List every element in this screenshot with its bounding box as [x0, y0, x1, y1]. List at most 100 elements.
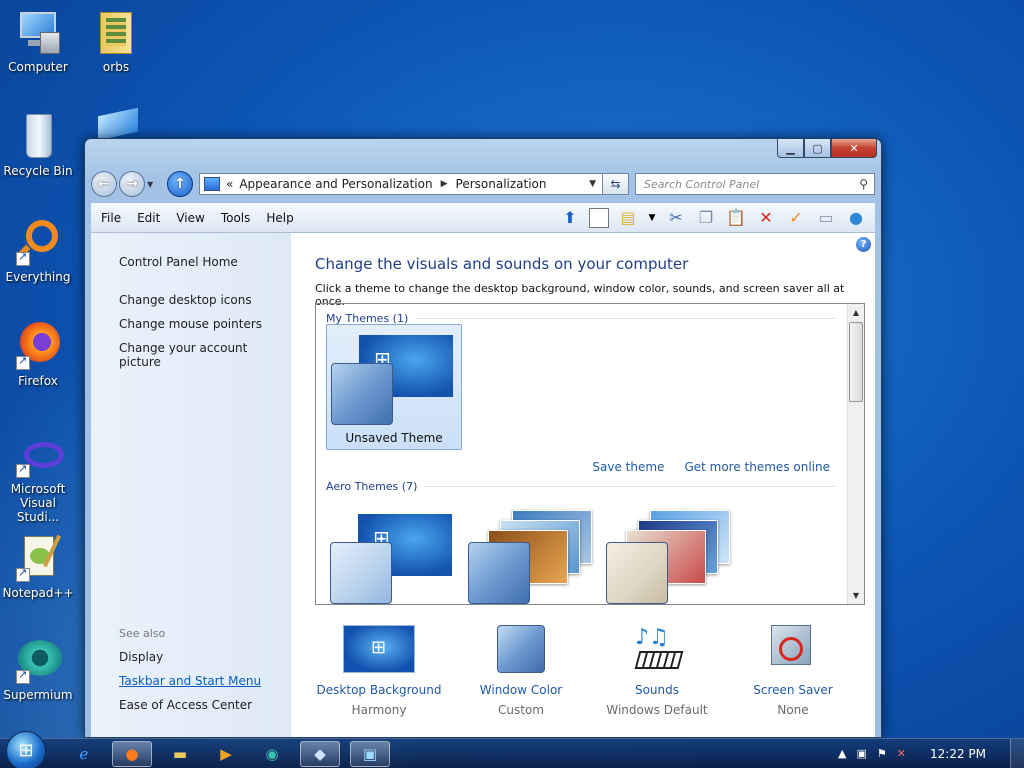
volume-muted-icon[interactable]: ✕: [897, 747, 906, 760]
window-color-item[interactable]: Window Color Custom: [451, 625, 591, 717]
desktop-icon-notepad-plus-plus[interactable]: Notepad++: [0, 534, 76, 600]
theme-unsaved[interactable]: ⊞ Unsaved Theme: [326, 324, 462, 450]
search-icon[interactable]: ⚲: [859, 177, 868, 191]
folder-icon: [92, 8, 140, 56]
refresh-icon: ⇆: [610, 177, 621, 191]
desktop-icon-supermium[interactable]: Supermium: [0, 636, 76, 702]
breadcrumb-separator-icon[interactable]: ▶: [441, 179, 448, 189]
search-input[interactable]: Search Control Panel ⚲: [635, 173, 875, 195]
scroll-up-icon[interactable]: ▲: [848, 304, 864, 321]
desktop-icon-label: Recycle Bin: [3, 164, 73, 178]
maximize-button[interactable]: ▢: [804, 139, 831, 158]
internet-explorer-icon[interactable]: ℯ: [66, 741, 102, 767]
menu-edit[interactable]: Edit: [129, 211, 168, 225]
theme-aero-architecture[interactable]: [464, 510, 600, 604]
address-prefix[interactable]: «: [226, 177, 233, 191]
address-bar[interactable]: « Appearance and Personalization ▶ Perso…: [199, 173, 603, 195]
theme-aero-characters[interactable]: [602, 510, 738, 604]
window-color-label[interactable]: Window Color: [451, 683, 591, 697]
network-icon[interactable]: ▣: [857, 747, 867, 760]
get-more-themes-link[interactable]: Get more themes online: [684, 460, 830, 474]
globe-icon[interactable]: ●: [845, 207, 867, 229]
desktop-background-label[interactable]: Desktop Background: [309, 683, 449, 697]
desktop-background-icon: ⊞: [343, 625, 415, 675]
address-dropdown-icon[interactable]: ▼: [589, 179, 596, 189]
theme-aero-windows[interactable]: ⊞: [326, 510, 462, 604]
forward-button[interactable]: →: [119, 171, 145, 197]
menu-view[interactable]: View: [168, 211, 212, 225]
display-link[interactable]: Display: [119, 650, 261, 664]
scroll-down-icon[interactable]: ▼: [848, 587, 864, 604]
aero-themes-header[interactable]: Aero Themes (7): [326, 480, 836, 493]
menu-bar: File Edit View Tools Help ⬆ ▤ ▼ ✂ ❐ 📋 ✕ …: [91, 203, 875, 233]
scroll-thumb[interactable]: [849, 322, 863, 402]
sounds-label[interactable]: Sounds: [587, 683, 727, 697]
show-desktop-button[interactable]: [1010, 738, 1024, 768]
control-panel-home-link[interactable]: Control Panel Home: [119, 255, 291, 269]
desktop-icon-visual-studio[interactable]: Microsoft Visual Studi...: [0, 438, 76, 524]
sounds-item[interactable]: ♪♫ Sounds Windows Default: [587, 625, 727, 717]
desktop-icon-recycle-bin[interactable]: Recycle Bin: [0, 112, 76, 178]
close-button[interactable]: ✕: [831, 139, 877, 158]
checkmark-icon[interactable]: ✓: [785, 207, 807, 229]
address-row: ← → ▼ ↑ « Appearance and Personalization…: [91, 169, 875, 199]
window-content: Control Panel Home Change desktop icons …: [91, 233, 875, 737]
virtualbox-icon[interactable]: ◆: [300, 740, 340, 767]
file-explorer-icon[interactable]: ▬: [162, 741, 198, 767]
change-desktop-icons-link[interactable]: Change desktop icons: [119, 293, 291, 307]
clock[interactable]: 12:22 PM: [930, 747, 986, 761]
change-account-picture-link[interactable]: Change your account picture: [119, 341, 291, 369]
start-button[interactable]: ⊞: [6, 730, 46, 768]
pane-icon[interactable]: [589, 207, 609, 228]
action-center-flag-icon[interactable]: ⚑: [877, 747, 887, 760]
up-button[interactable]: ↑: [167, 171, 193, 197]
paste-icon[interactable]: 📋: [725, 207, 747, 229]
taskbar-start-menu-link[interactable]: Taskbar and Start Menu: [119, 674, 261, 688]
save-theme-link[interactable]: Save theme: [592, 460, 664, 474]
desktop-icon-firefox[interactable]: Firefox: [0, 322, 76, 388]
menu-file[interactable]: File: [91, 211, 129, 225]
tray-expand-icon[interactable]: ▲: [838, 747, 846, 760]
up-folder-icon[interactable]: ⬆: [559, 207, 581, 229]
back-button[interactable]: ←: [91, 171, 117, 197]
minimize-button[interactable]: ▁: [777, 139, 804, 158]
menu-help[interactable]: Help: [258, 211, 301, 225]
folder-options-icon[interactable]: ▤: [617, 207, 639, 229]
control-panel-taskbar-icon[interactable]: ▣: [350, 740, 390, 767]
copy-icon[interactable]: ❐: [695, 207, 717, 229]
desktop-icon-label: orbs: [102, 60, 130, 74]
page-title: Change the visuals and sounds on your co…: [315, 255, 689, 273]
theme-color-swatch: [468, 542, 530, 604]
help-icon[interactable]: ?: [856, 237, 871, 252]
theme-label: Unsaved Theme: [345, 431, 443, 445]
change-mouse-pointers-link[interactable]: Change mouse pointers: [119, 317, 291, 331]
ease-of-access-link[interactable]: Ease of Access Center: [119, 698, 261, 712]
views-dropdown-icon[interactable]: ▼: [647, 207, 657, 229]
breadcrumb-personalization[interactable]: Personalization: [456, 177, 547, 191]
desktop-icon-everything[interactable]: Everything: [0, 218, 76, 284]
refresh-button[interactable]: ⇆: [603, 173, 629, 195]
screen-saver-label[interactable]: Screen Saver: [723, 683, 863, 697]
recent-pages-dropdown[interactable]: ▼: [147, 180, 157, 189]
sounds-value: Windows Default: [606, 703, 708, 717]
media-player-icon[interactable]: ▶: [208, 741, 244, 767]
properties-icon[interactable]: ▭: [815, 207, 837, 229]
themes-scrollbar[interactable]: ▲ ▼: [847, 304, 864, 604]
breadcrumb-appearance[interactable]: Appearance and Personalization: [239, 177, 432, 191]
delete-icon[interactable]: ✕: [755, 207, 777, 229]
firefox-taskbar-icon[interactable]: ●: [112, 740, 152, 767]
sounds-icon: ♪♫: [621, 625, 693, 675]
supermium-taskbar-icon[interactable]: ◉: [254, 741, 290, 767]
menu-tools[interactable]: Tools: [213, 211, 259, 225]
desktop-icon-computer[interactable]: Computer: [0, 8, 76, 74]
system-tray: ▲ ▣ ⚑ ✕ 12:22 PM: [838, 747, 1004, 761]
themes-list[interactable]: My Themes (1) ⊞ Unsaved Theme Save theme…: [315, 303, 865, 605]
up-arrow-icon: ↑: [174, 176, 186, 192]
desktop-background-item[interactable]: ⊞ Desktop Background Harmony: [309, 625, 449, 717]
window-color-icon: [485, 625, 557, 675]
desktop-icon-orbs[interactable]: orbs: [78, 8, 154, 74]
visual-studio-icon: [14, 438, 64, 478]
cut-icon[interactable]: ✂: [665, 207, 687, 229]
screen-saver-item[interactable]: Screen Saver None: [723, 625, 863, 717]
desktop-icon-label: Firefox: [18, 374, 58, 388]
